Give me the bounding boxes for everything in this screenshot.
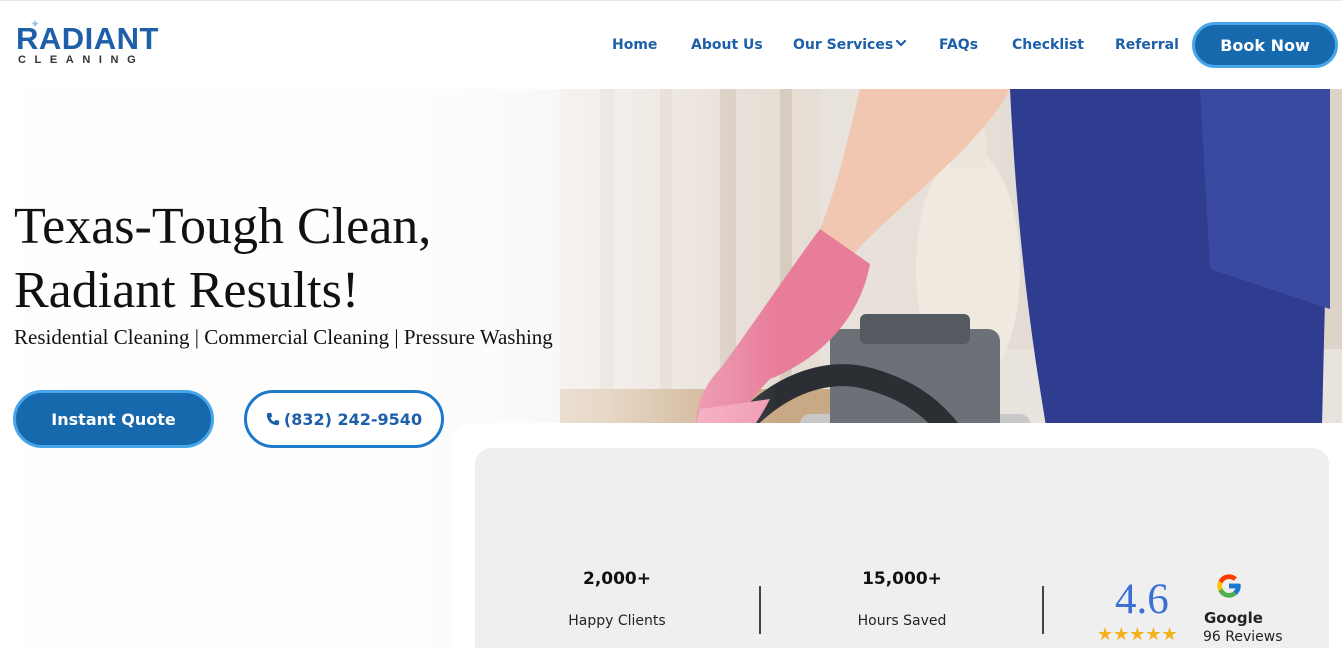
nav-home[interactable]: Home [612,37,657,53]
phone-icon [266,412,280,426]
google-rating-value: 4.6 [1115,576,1169,623]
phone-call-button[interactable]: (832) 242-9540 [244,390,444,448]
stat-happy-clients: 2,000+ [557,569,677,589]
hero-title-line-1: Texas-Tough Clean, [14,198,432,255]
stats-divider [759,586,761,634]
stat-clients-value: 2,000+ [582,569,652,589]
google-review-count[interactable]: 96 Reviews [1203,629,1283,645]
nav-checklist[interactable]: Checklist [1012,37,1084,53]
hero-title: Texas-Tough Clean, Radiant Results! [14,195,431,323]
stat-happy-clients-label-wrap: Happy Clients [557,589,677,629]
phone-number: (832) 242-9540 [283,409,423,429]
nav-referral[interactable]: Referral [1115,37,1179,53]
site-header: ✦ RADIANT CLEANING Home About Us Our Ser… [0,0,1342,89]
nav-our-services[interactable]: Our Services [793,37,907,53]
chevron-down-icon [896,39,907,47]
hero-title-line-2: Radiant Results! [14,262,360,319]
instant-quote-button[interactable]: Instant Quote [13,390,214,448]
book-now-button[interactable]: Book Now [1192,22,1338,68]
stats-divider [1042,586,1044,634]
stat-hours-label: Hours Saved [857,613,947,629]
nav-faqs[interactable]: FAQs [939,37,978,53]
stat-clients-label: Happy Clients [568,613,666,629]
stat-hours-value: 15,000+ [862,569,942,589]
nav-about-us[interactable]: About Us [691,37,763,53]
hero-subtitle: Residential Cleaning | Commercial Cleani… [14,325,553,349]
stat-hours-saved: 15,000+ [842,569,962,589]
google-label: Google [1204,609,1263,627]
google-logo-icon [1217,574,1241,598]
nav-our-services-label: Our Services [793,37,894,53]
star-rating-icons: ★★★★★ [1097,624,1178,645]
stat-hours-label-wrap: Hours Saved [842,589,962,629]
main-nav: Home About Us Our Services FAQs Checklis… [0,1,1342,90]
